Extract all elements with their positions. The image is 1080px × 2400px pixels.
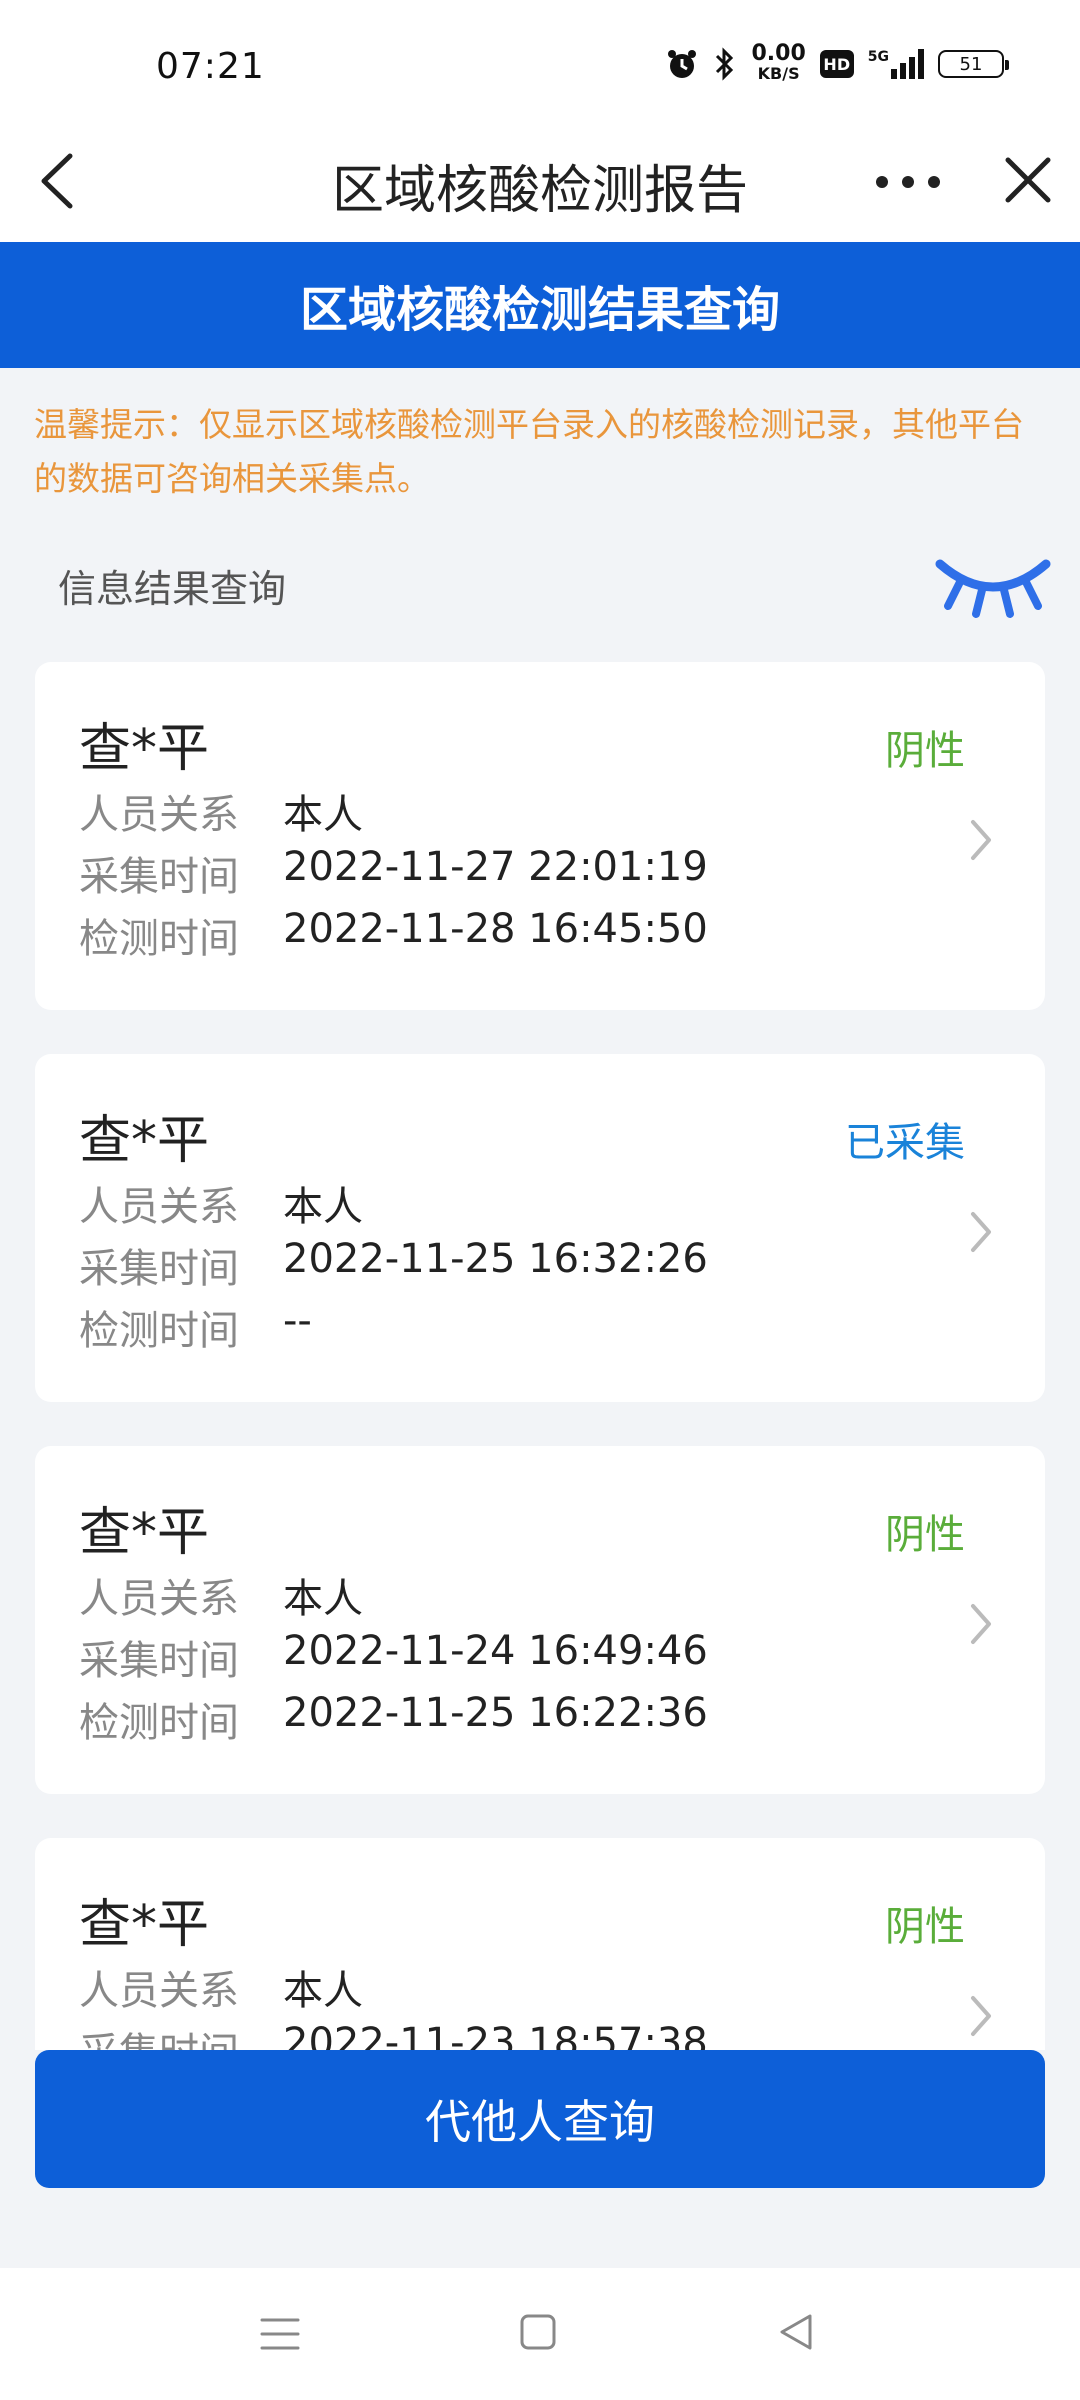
record-name: 查*平 (79, 719, 210, 779)
net-speed-value: 0.00 (751, 41, 806, 66)
collect-time-label: 采集时间 (79, 2020, 283, 2050)
collect-time-label: 采集时间 (79, 854, 239, 900)
collect-time-label: 采集时间 (79, 1638, 239, 1684)
test-time-label: 检测时间 (79, 916, 239, 962)
relation-row: 人员关系 本人 (79, 1958, 363, 2016)
record-status: 已采集 (845, 1120, 965, 1166)
home-icon[interactable] (518, 2312, 558, 2352)
network-speed: 0.00 KB/S (751, 41, 806, 84)
test-time-value: -- (283, 1298, 312, 1344)
system-back-icon[interactable] (776, 2310, 816, 2354)
collect-time-row: 采集时间 2022-11-27 22:01:19 (79, 844, 708, 902)
record-status: 阴性 (885, 728, 965, 774)
system-nav-bar (0, 2268, 1080, 2400)
relation-label: 人员关系 (79, 1184, 239, 1230)
alarm-icon (668, 50, 697, 78)
status-icons: 0.00 KB/S HD 5G 51 (665, 41, 1009, 84)
relation-value: 本人 (283, 1968, 363, 2014)
relation-value: 本人 (283, 1576, 363, 1622)
collect-time-value: 2022-11-24 16:49:46 (283, 1628, 708, 1674)
network-type: 5G (867, 49, 889, 65)
record-status: 阴性 (885, 1904, 965, 1950)
relation-label: 人员关系 (79, 1576, 239, 1622)
tip-text: 温馨提示：仅显示区域核酸检测平台录入的核酸检测记录，其他平台的数据可咨询相关采集… (34, 405, 1024, 498)
relation-row: 人员关系 本人 (79, 1174, 363, 1232)
hd-badge: HD (819, 50, 854, 78)
battery-level: 51 (959, 53, 983, 75)
relation-label: 人员关系 (79, 1968, 239, 2014)
chevron-right-icon (971, 1604, 991, 1644)
collect-time-row: 采集时间 2022-11-24 16:49:46 (79, 1628, 708, 1686)
test-time-row: 检测时间 -- (79, 1298, 312, 1356)
net-speed-unit: KB/S (757, 64, 800, 83)
menu-icon[interactable] (258, 2312, 302, 2356)
test-time-row: 检测时间 2022-11-25 16:22:36 (79, 1690, 708, 1748)
test-time-value: 2022-11-25 16:22:36 (283, 1690, 708, 1736)
record-card[interactable]: 查*平 阴性 人员关系 本人 采集时间 2022-11-23 18:57:38 (35, 1838, 1045, 2050)
bluetooth-icon (716, 47, 734, 81)
record-name: 查*平 (79, 1111, 210, 1171)
collect-time-value: 2022-11-25 16:32:26 (283, 1236, 708, 1282)
signal-icon: 5G (868, 49, 924, 79)
proxy-query-button[interactable]: 代他人查询 (35, 2050, 1045, 2188)
collect-time-row: 采集时间 2022-11-25 16:32:26 (79, 1236, 708, 1294)
close-icon[interactable] (996, 148, 1060, 212)
query-header: 区域核酸检测结果查询 (0, 242, 1080, 368)
battery-icon: 51 (938, 50, 1009, 78)
record-card[interactable]: 查*平 已采集 人员关系 本人 采集时间 2022-11-25 16:32:26… (35, 1054, 1045, 1402)
chevron-right-icon (971, 820, 991, 860)
record-status: 阴性 (885, 1512, 965, 1558)
relation-value: 本人 (283, 792, 363, 838)
section-title: 信息结果查询 (58, 567, 287, 611)
relation-row: 人员关系 本人 (79, 1566, 363, 1624)
collect-time-value: 2022-11-23 18:57:38 (283, 2020, 708, 2050)
collect-time-label: 采集时间 (79, 1246, 239, 1292)
test-time-row: 检测时间 2022-11-28 16:45:50 (79, 906, 708, 964)
record-card[interactable]: 查*平 阴性 人员关系 本人 采集时间 2022-11-24 16:49:46 … (35, 1446, 1045, 1794)
record-name: 查*平 (79, 1895, 210, 1955)
relation-label: 人员关系 (79, 792, 239, 838)
record-list: 查*平 阴性 人员关系 本人 采集时间 2022-11-27 22:01:19 … (35, 662, 1045, 2050)
test-time-label: 检测时间 (79, 1308, 239, 1354)
chevron-right-icon (971, 1996, 991, 2036)
test-time-label: 检测时间 (79, 1700, 239, 1746)
relation-row: 人员关系 本人 (79, 782, 363, 840)
more-icon[interactable] (870, 162, 950, 202)
relation-value: 本人 (283, 1184, 363, 1230)
eye-closed-icon[interactable] (934, 550, 1052, 620)
test-time-value: 2022-11-28 16:45:50 (283, 906, 708, 952)
record-card[interactable]: 查*平 阴性 人员关系 本人 采集时间 2022-11-27 22:01:19 … (35, 662, 1045, 1010)
record-name: 查*平 (79, 1503, 210, 1563)
status-bar: 07:21 0.00 KB/S HD 5G 51 (0, 0, 1080, 120)
nav-bar: 区域核酸检测报告 (0, 120, 1080, 242)
collect-time-row: 采集时间 2022-11-23 18:57:38 (79, 2020, 708, 2050)
collect-time-value: 2022-11-27 22:01:19 (283, 844, 708, 890)
status-time: 07:21 (156, 46, 265, 87)
chevron-right-icon (971, 1212, 991, 1252)
